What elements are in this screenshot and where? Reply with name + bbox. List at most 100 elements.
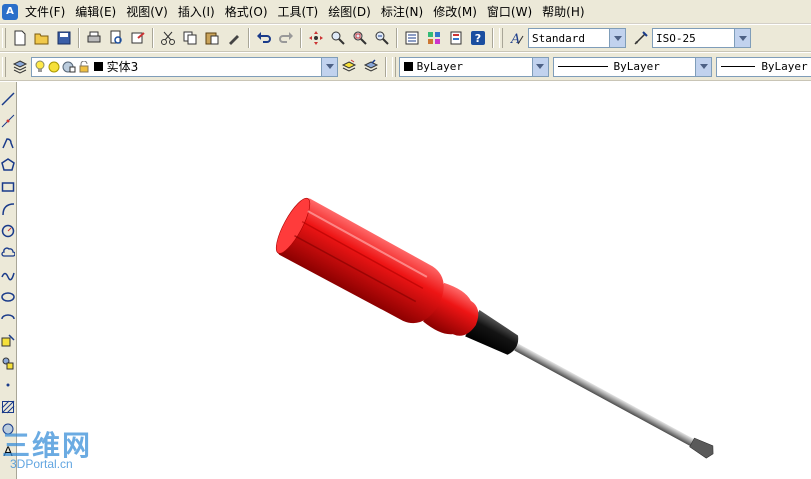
sun-icon[interactable] <box>48 61 60 73</box>
chevron-down-icon[interactable] <box>609 29 625 47</box>
layer-previous-icon[interactable] <box>360 56 382 78</box>
ellipse-icon[interactable] <box>0 286 16 308</box>
screwdriver-model <box>275 197 714 459</box>
dimension-style-icon[interactable] <box>630 27 652 49</box>
lineweight-value: ByLayer <box>761 60 808 73</box>
linetype-value: ByLayer <box>613 60 660 73</box>
text-style-select[interactable]: Standard <box>528 28 626 48</box>
layer-name: 实体3 <box>106 60 139 74</box>
toolbar-separator <box>300 28 302 48</box>
menu-insert[interactable]: 插入(I) <box>173 0 220 24</box>
menu-help[interactable]: 帮助(H) <box>537 0 589 24</box>
linetype-preview <box>557 66 608 67</box>
construction-line-icon[interactable] <box>0 110 16 132</box>
chevron-down-icon[interactable] <box>734 29 750 47</box>
spline-icon[interactable] <box>0 264 16 286</box>
toolbar-separator <box>384 56 387 77</box>
text-style-icon[interactable]: A <box>506 27 528 49</box>
tool-palettes-icon[interactable] <box>445 27 467 49</box>
menu-window[interactable]: 窗口(W) <box>482 0 537 24</box>
new-icon[interactable] <box>9 27 31 49</box>
linetype-select[interactable]: ByLayer <box>552 56 713 77</box>
undo-icon[interactable] <box>253 27 275 49</box>
rectangle-icon[interactable] <box>0 176 16 198</box>
standard-toolbar: ? A Standard ISO-25 <box>0 25 811 52</box>
chevron-down-icon[interactable] <box>531 57 548 76</box>
svg-text:?: ? <box>475 32 481 45</box>
color-select[interactable]: ByLayer <box>398 56 549 77</box>
menu-modify[interactable]: 修改(M) <box>428 0 482 24</box>
watermark: 三维网 3DPortal.cn <box>2 424 112 474</box>
lock-icon[interactable] <box>78 60 90 73</box>
menu-draw[interactable]: 绘图(D) <box>323 0 376 24</box>
help-icon[interactable]: ? <box>467 27 489 49</box>
lineweight-select[interactable]: ByLayer <box>716 56 811 77</box>
menu-tools[interactable]: 工具(T) <box>273 0 324 24</box>
revision-cloud-icon[interactable] <box>0 242 16 264</box>
zoom-previous-icon[interactable] <box>371 27 393 49</box>
chevron-down-icon[interactable] <box>321 57 338 76</box>
zoom-window-icon[interactable] <box>349 27 371 49</box>
menu-bar: A 文件(F) 编辑(E) 视图(V) 插入(I) 格式(O) 工具(T) 绘图… <box>0 0 811 24</box>
lineweight-preview <box>721 66 756 67</box>
layer-manager-icon[interactable] <box>9 56 31 78</box>
dimension-style-select[interactable]: ISO-25 <box>652 28 751 48</box>
toolbar-separator <box>248 28 250 48</box>
match-properties-icon[interactable] <box>223 27 245 49</box>
toolbar-separator <box>396 28 398 48</box>
circle-icon[interactable] <box>0 220 16 242</box>
toolbar-grip[interactable] <box>2 56 6 77</box>
viewport-freeze-icon[interactable] <box>62 61 76 73</box>
arc-icon[interactable] <box>0 198 16 220</box>
toolbar-separator <box>78 28 80 48</box>
toolbar-separator <box>492 28 494 48</box>
screwdriver-shaft <box>514 343 699 449</box>
toolbar-grip[interactable] <box>391 56 396 77</box>
zoom-realtime-icon[interactable] <box>327 27 349 49</box>
open-icon[interactable] <box>31 27 53 49</box>
menu-dimension[interactable]: 标注(N) <box>376 0 428 24</box>
app-icon[interactable]: A <box>2 3 18 20</box>
menu-file[interactable]: 文件(F) <box>20 0 70 24</box>
layer-color-swatch <box>93 62 103 71</box>
menu-format[interactable]: 格式(O) <box>220 0 273 24</box>
polygon-icon[interactable] <box>0 154 16 176</box>
text-style-value: Standard <box>532 31 585 45</box>
toolbar-separator <box>152 28 154 48</box>
design-center-icon[interactable] <box>423 27 445 49</box>
make-block-icon[interactable] <box>0 352 16 374</box>
paste-icon[interactable] <box>201 27 223 49</box>
menu-view[interactable]: 视图(V) <box>121 0 173 24</box>
dimension-style-value: ISO-25 <box>656 31 696 45</box>
svg-text:A: A <box>510 32 520 46</box>
hatch-icon[interactable] <box>0 396 16 418</box>
line-icon[interactable] <box>0 88 16 110</box>
cut-icon[interactable] <box>157 27 179 49</box>
app-icon-letter: A <box>6 6 14 17</box>
redo-icon[interactable] <box>275 27 297 49</box>
save-icon[interactable] <box>53 27 75 49</box>
color-value: ByLayer <box>416 60 464 73</box>
chevron-down-icon[interactable] <box>695 57 712 76</box>
publish-icon[interactable] <box>127 27 149 49</box>
ellipse-arc-icon[interactable] <box>0 308 16 330</box>
layer-select[interactable]: 实体3 <box>30 56 339 77</box>
print-preview-icon[interactable] <box>105 27 127 49</box>
toolbar-grip[interactable] <box>499 28 503 48</box>
print-icon[interactable] <box>83 27 105 49</box>
point-icon[interactable] <box>0 374 16 396</box>
insert-block-icon[interactable] <box>0 330 16 352</box>
watermark-url: 3DPortal.cn <box>10 457 73 471</box>
make-object-layer-current-icon[interactable] <box>338 56 360 78</box>
color-swatch <box>403 62 413 71</box>
copy-icon[interactable] <box>179 27 201 49</box>
toolbar-grip[interactable] <box>2 28 6 48</box>
layers-toolbar: 实体3 ByLayer ByLayer ByLayer <box>0 53 811 81</box>
menu-edit[interactable]: 编辑(E) <box>70 0 121 24</box>
properties-icon[interactable] <box>401 27 423 49</box>
drawing-canvas[interactable] <box>18 82 811 479</box>
light-bulb-icon[interactable] <box>34 60 46 74</box>
draw-toolbar: A <box>0 82 17 479</box>
pan-icon[interactable] <box>305 27 327 49</box>
polyline-icon[interactable] <box>0 132 16 154</box>
